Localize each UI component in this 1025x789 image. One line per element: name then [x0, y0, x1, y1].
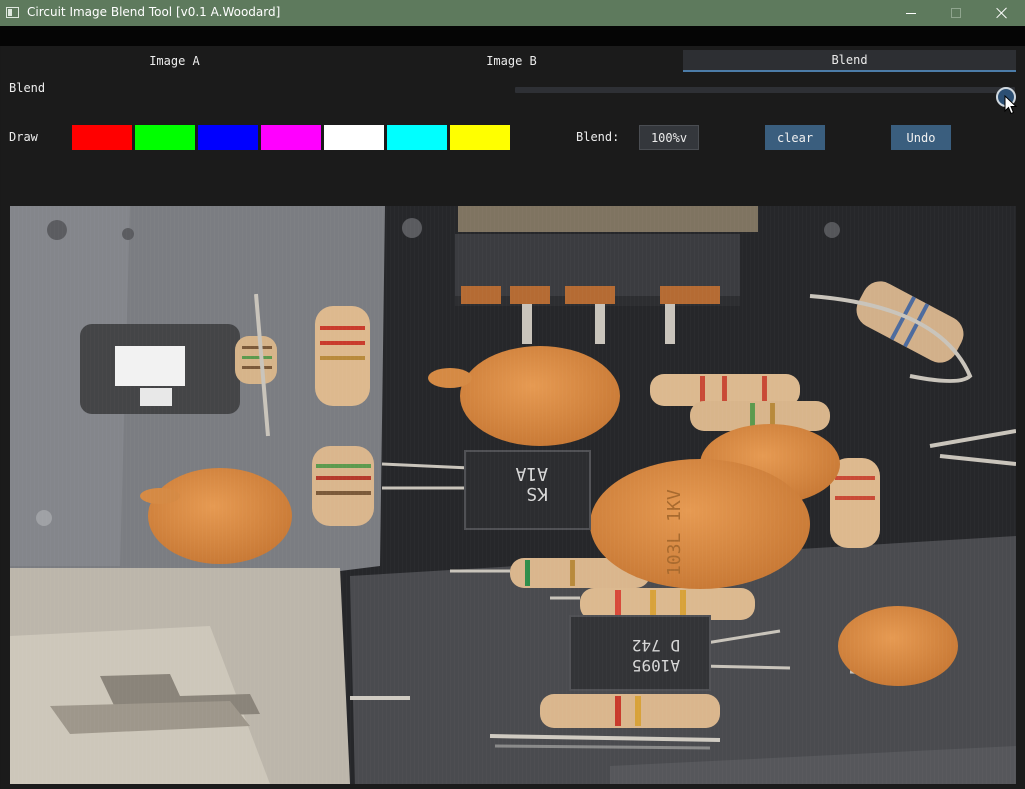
window-title: Circuit Image Blend Tool [v0.1 A.Woodard…: [27, 5, 281, 19]
color-swatch-yellow[interactable]: [450, 125, 510, 150]
client-area: Image A Image B Blend Blend Draw Blend: …: [1, 46, 1024, 789]
tab-blend[interactable]: Blend: [683, 50, 1016, 72]
undo-button[interactable]: Undo: [891, 125, 951, 150]
color-swatch-blue[interactable]: [198, 125, 258, 150]
app-window-icon: [6, 7, 19, 18]
blend-slider-track[interactable]: [515, 87, 1015, 93]
close-icon: [996, 7, 1008, 19]
color-swatch-magenta[interactable]: [261, 125, 321, 150]
tab-image-a[interactable]: Image A: [9, 50, 340, 72]
blend-slider-label: Blend: [9, 81, 46, 95]
title-bar: Circuit Image Blend Tool [v0.1 A.Woodard…: [0, 0, 1025, 26]
color-swatch-cyan[interactable]: [387, 125, 447, 150]
clear-button[interactable]: clear: [765, 125, 825, 150]
draw-label: Draw: [9, 130, 38, 144]
blend-canvas[interactable]: KSA1A A1095D 742 103L 1KV: [10, 206, 1016, 784]
color-swatch-green[interactable]: [135, 125, 195, 150]
minimize-icon: [906, 12, 916, 14]
mouse-cursor-icon: [1004, 95, 1018, 115]
blend-percent-dropdown[interactable]: 100%v: [639, 125, 699, 150]
color-swatch-white[interactable]: [324, 125, 384, 150]
circuit-board-image: KSA1A A1095D 742 103L 1KV: [10, 206, 1016, 784]
minimize-button[interactable]: [888, 0, 934, 26]
close-button[interactable]: [979, 0, 1025, 26]
maximize-button[interactable]: [933, 0, 979, 26]
blend-mode-label: Blend:: [576, 130, 620, 144]
tab-image-b[interactable]: Image B: [346, 50, 677, 72]
menu-strip: [0, 26, 1025, 46]
maximize-icon: [951, 8, 961, 18]
color-swatch-red[interactable]: [72, 125, 132, 150]
